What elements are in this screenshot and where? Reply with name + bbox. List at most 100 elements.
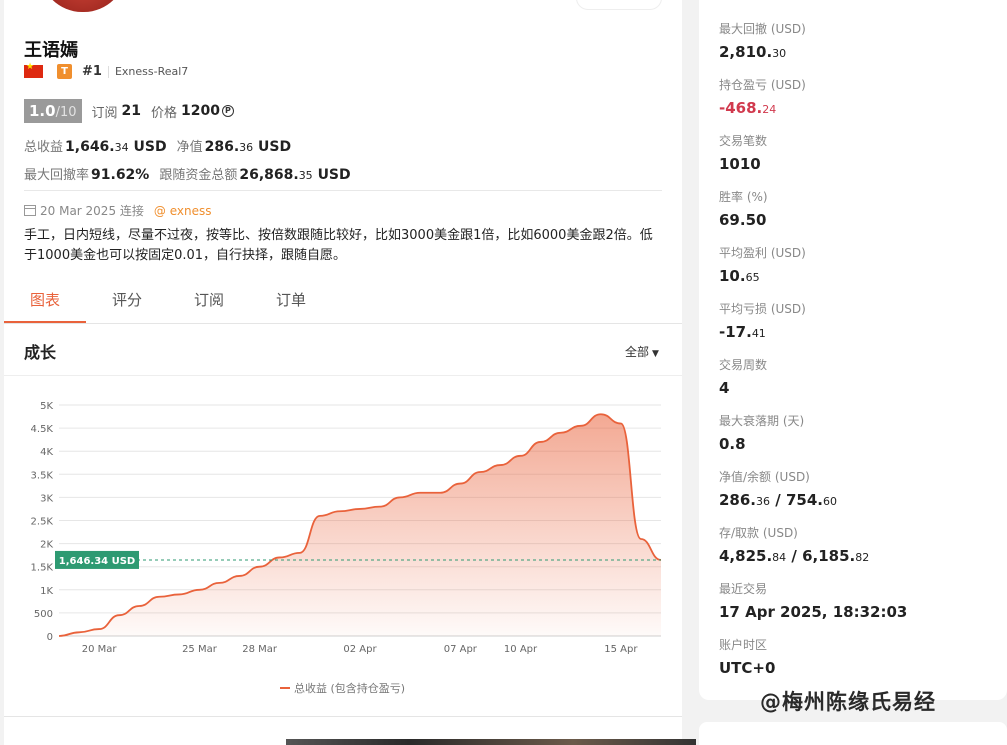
total-profit-value: 1,646.34 USD bbox=[65, 139, 167, 155]
y-tick-label: 4K bbox=[40, 447, 53, 458]
coin-icon: P bbox=[221, 105, 234, 117]
follow-funds-value: 26,868.35 USD bbox=[239, 167, 351, 183]
stat-label: 平均盈利 (USD) bbox=[719, 246, 806, 260]
stat-value: 69.50 bbox=[719, 211, 767, 229]
stat-label: 胜率 (%) bbox=[719, 190, 768, 204]
tab-reviews[interactable]: 评分 bbox=[86, 282, 168, 323]
growth-chart: 0 500 1K 1.5K 2K 2.5K 3K 3.5K 4K 4.5K 5K 20 Mar 25 M… bbox=[31, 401, 662, 695]
stat-item: 存/取款 (USD) 4,825.84 / 6,185.82 bbox=[719, 524, 869, 565]
signal-profile-panel: 王语嫣 T #1 Exness-Real7 1.0/10 订阅21 价格1200… bbox=[4, 0, 682, 745]
equity-value: 286.36 USD bbox=[204, 139, 292, 155]
stat-value: UTC+0 bbox=[719, 659, 776, 677]
follow-funds-label: 跟随资金总额 bbox=[159, 168, 238, 183]
meta-divider bbox=[107, 65, 109, 78]
stat-item: 交易周数 4 bbox=[719, 356, 767, 397]
trader-meta: T #1 Exness-Real7 bbox=[24, 62, 189, 79]
growth-title: 成长 bbox=[24, 343, 57, 362]
subscriptions-label: 订阅 bbox=[91, 105, 118, 121]
stat-label: 交易笔数 bbox=[719, 134, 768, 148]
stat-label: 最大衰落期 (天) bbox=[719, 414, 805, 428]
stats-panel-next bbox=[699, 722, 1007, 745]
max-drawdown-value: 91.62% bbox=[91, 167, 150, 183]
y-tick-label: 2.5K bbox=[31, 517, 54, 528]
strategy-description: 手工，日内短线，尽量不过夜，按等比、按倍数跟随比较好，比如3000美金跟1倍，比… bbox=[24, 228, 653, 263]
series-area bbox=[59, 414, 661, 636]
china-flag-icon bbox=[24, 62, 43, 78]
stat-item: 平均盈利 (USD) 10.65 bbox=[719, 244, 806, 285]
stat-value: 1010 bbox=[719, 155, 761, 173]
stat-label: 最近交易 bbox=[719, 582, 768, 596]
section-divider bbox=[24, 190, 662, 191]
price-value: 1200 bbox=[181, 103, 220, 119]
stat-value: -468.24 bbox=[719, 99, 777, 117]
x-tick-label: 28 Mar bbox=[242, 644, 278, 655]
avatar[interactable] bbox=[40, 0, 126, 12]
rank-label: #1 bbox=[82, 64, 102, 79]
stat-label: 存/取款 (USD) bbox=[719, 526, 798, 540]
stat-value: 4 bbox=[719, 379, 730, 397]
y-tick-label: 0 bbox=[47, 632, 53, 643]
range-selected: 全部 bbox=[625, 345, 650, 359]
tab-orders[interactable]: 订单 bbox=[250, 282, 332, 323]
stat-item: 账户时区 UTC+0 bbox=[719, 636, 775, 677]
watermark-text: @梅州陈缘氏易经 bbox=[760, 690, 936, 714]
trader-name: 王语嫣 bbox=[24, 40, 78, 61]
stat-item: 平均亏损 (USD) -17.41 bbox=[719, 300, 806, 341]
rating-row: 1.0/10 订阅 21 价格 1200 P bbox=[24, 99, 234, 123]
x-tick-label: 25 Mar bbox=[182, 644, 218, 655]
stats-row-2: 最大回撤率 91.62% 跟随资金总额 26,868.35 USD bbox=[24, 164, 361, 183]
tier-badge: T bbox=[57, 64, 72, 79]
broker-link[interactable]: @ exness bbox=[154, 204, 212, 218]
stats-panel: 最大回撤 (USD) 2,810.30 持仓盈亏 (USD) -468.24 交易笔数 1… bbox=[699, 0, 1007, 700]
stat-value: 2,810.30 bbox=[719, 43, 787, 61]
y-tick-label: 1.5K bbox=[31, 563, 54, 574]
y-tick-label: 4.5K bbox=[31, 424, 54, 435]
stat-value: 286.36 / 754.60 bbox=[719, 491, 837, 509]
account-server: Exness-Real7 bbox=[114, 65, 189, 78]
rating-score: 1.0/10 bbox=[24, 99, 82, 123]
stat-value: -17.41 bbox=[719, 323, 766, 341]
y-tick-label: 5K bbox=[40, 401, 53, 412]
current-value-label: 1,646.34 USD bbox=[59, 556, 135, 567]
tab-bar: 图表 评分 订阅 订单 bbox=[4, 282, 682, 324]
tab-chart[interactable]: 图表 bbox=[4, 282, 86, 323]
stat-value: 10.65 bbox=[719, 267, 760, 285]
taskbar-strip bbox=[286, 739, 696, 745]
stat-value: 17 Apr 2025, 18:32:03 bbox=[719, 603, 908, 621]
total-profit-label: 总收益 bbox=[24, 140, 64, 155]
y-tick-label: 3K bbox=[40, 493, 53, 504]
tab-subscriptions[interactable]: 订阅 bbox=[168, 282, 250, 323]
calendar-icon bbox=[24, 205, 36, 216]
subscriptions-value: 21 bbox=[121, 103, 141, 119]
stat-label: 账户时区 bbox=[719, 638, 768, 652]
price-label: 价格 bbox=[151, 105, 178, 121]
chart-bottom-divider bbox=[4, 716, 682, 717]
x-tick-label: 07 Apr bbox=[444, 644, 478, 655]
stat-label: 净值/余额 (USD) bbox=[719, 470, 810, 484]
range-dropdown[interactable]: 全部 ▼ bbox=[625, 343, 659, 360]
stat-label: 交易周数 bbox=[719, 358, 768, 372]
stat-item: 胜率 (%) 69.50 bbox=[719, 188, 768, 229]
y-tick-label: 500 bbox=[34, 609, 53, 620]
equity-label: 净值 bbox=[176, 140, 203, 155]
y-tick-label: 1K bbox=[40, 586, 53, 597]
stat-item: 最近交易 17 Apr 2025, 18:32:03 bbox=[719, 580, 907, 621]
stat-label: 最大回撤 (USD) bbox=[719, 22, 806, 36]
top-action-button[interactable] bbox=[576, 0, 662, 10]
stat-item: 持仓盈亏 (USD) -468.24 bbox=[719, 76, 806, 117]
y-tick-label: 3.5K bbox=[31, 470, 54, 481]
x-tick-label: 02 Apr bbox=[343, 644, 377, 655]
stat-value: 4,825.84 / 6,185.82 bbox=[719, 547, 870, 565]
caret-down-icon: ▼ bbox=[652, 349, 659, 359]
x-tick-label: 15 Apr bbox=[604, 644, 638, 655]
stat-label: 平均亏损 (USD) bbox=[719, 302, 806, 316]
stat-value: 0.8 bbox=[719, 435, 746, 453]
stat-item: 最大回撤 (USD) 2,810.30 bbox=[719, 20, 806, 61]
stat-item: 交易笔数 1010 bbox=[719, 132, 767, 173]
x-tick-label: 10 Apr bbox=[504, 644, 538, 655]
connect-row: 20 Mar 2025 连接 @ exness bbox=[24, 202, 212, 219]
stat-label: 持仓盈亏 (USD) bbox=[719, 78, 806, 92]
connect-date: 20 Mar 2025 连接 bbox=[40, 204, 144, 218]
stat-item: 最大衰落期 (天) 0.8 bbox=[719, 412, 804, 453]
x-tick-label: 20 Mar bbox=[82, 644, 118, 655]
